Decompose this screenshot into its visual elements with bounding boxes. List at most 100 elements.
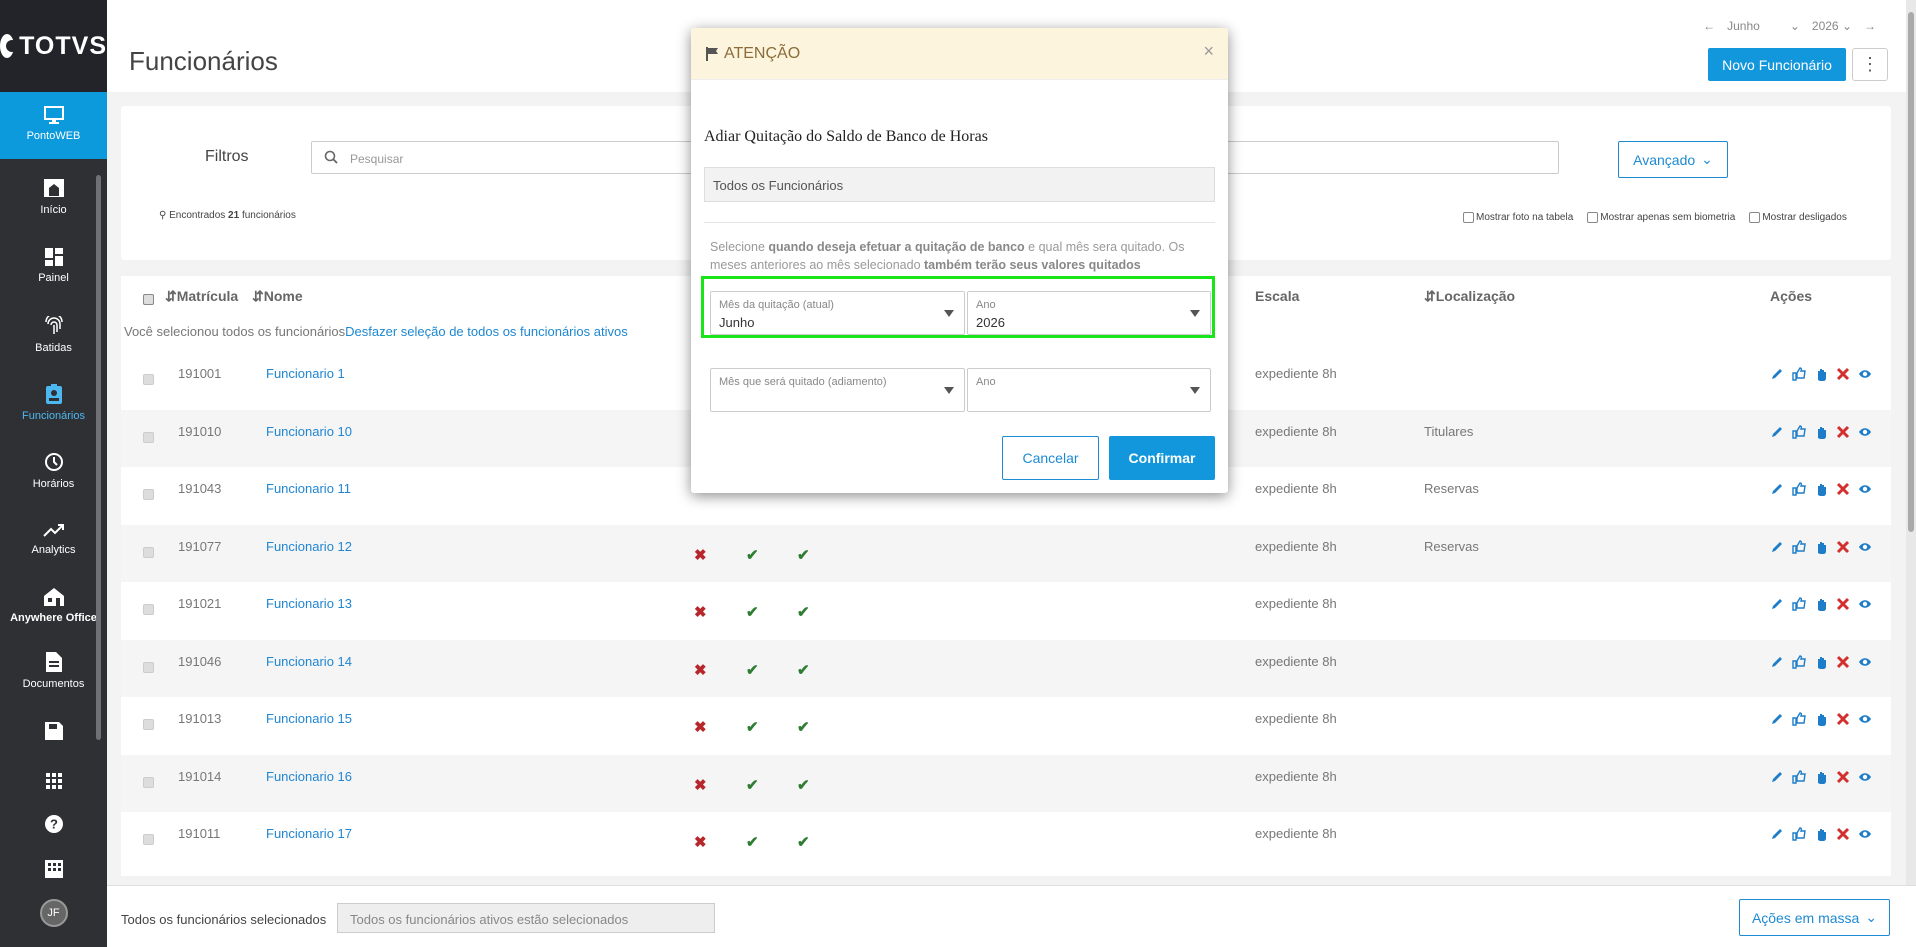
select-all-checkbox[interactable] (143, 294, 154, 305)
row-checkbox[interactable] (143, 604, 154, 615)
delete-icon[interactable] (1836, 597, 1850, 611)
employee-name-link[interactable]: Funcionario 1 (266, 366, 345, 381)
hand-icon[interactable] (1814, 770, 1828, 784)
table-row[interactable]: 191021 Funcionario 13 ✖ ✔ ✔ expediente 8h (121, 582, 1891, 639)
close-icon[interactable]: × (1203, 41, 1214, 62)
delete-icon[interactable] (1836, 712, 1850, 726)
page-scrollbar[interactable] (1906, 0, 1916, 947)
employee-name-link[interactable]: Funcionario 17 (266, 826, 352, 841)
header-matricula[interactable]: ⇵Matrícula (165, 288, 238, 305)
view-icon[interactable] (1858, 827, 1872, 841)
mass-actions-button[interactable]: Ações em massa ⌄ (1739, 899, 1890, 936)
row-checkbox[interactable] (143, 661, 154, 673)
next-period-arrow-icon[interactable]: → (1864, 19, 1876, 33)
table-row[interactable]: 191077 Funcionario 12 ✖ ✔ ✔ expediente 8h Rese… (121, 524, 1891, 582)
view-icon[interactable] (1858, 655, 1872, 669)
checkbox-box[interactable] (1463, 212, 1474, 223)
edit-icon[interactable] (1770, 425, 1784, 439)
employee-name-link[interactable]: Funcionario 11 (266, 481, 351, 496)
view-icon[interactable] (1858, 425, 1872, 439)
edit-icon[interactable] (1770, 655, 1784, 669)
employee-name-link[interactable]: Funcionario 13 (266, 596, 352, 611)
hand-icon[interactable] (1814, 482, 1828, 496)
row-checkbox[interactable] (143, 834, 154, 845)
edit-icon[interactable] (1770, 540, 1784, 554)
row-checkbox[interactable] (143, 546, 154, 558)
approve-icon[interactable] (1792, 424, 1806, 439)
year-select[interactable]: 2026 ⌄ (1812, 19, 1852, 33)
approve-icon[interactable] (1792, 597, 1806, 611)
row-checkbox[interactable] (143, 431, 154, 443)
sidebar-item-inicio[interactable]: Início (0, 178, 107, 216)
delete-icon[interactable] (1836, 655, 1850, 669)
apps-grid-button[interactable] (0, 773, 107, 795)
edit-icon[interactable] (1770, 482, 1784, 496)
view-icon[interactable] (1858, 770, 1872, 784)
delete-icon[interactable] (1836, 425, 1850, 439)
deferred-year-select[interactable]: Ano (967, 368, 1211, 412)
header-escala[interactable]: Escala (1255, 288, 1299, 304)
user-avatar[interactable]: JF (0, 899, 107, 927)
approve-icon[interactable] (1792, 367, 1806, 381)
delete-icon[interactable] (1836, 827, 1850, 841)
sidebar-item-batidas[interactable]: Batidas (0, 316, 107, 354)
sidebar-item-analytics[interactable]: Analytics (0, 522, 107, 556)
hand-icon[interactable] (1814, 827, 1828, 841)
delete-icon[interactable] (1836, 482, 1850, 496)
delete-icon[interactable] (1836, 770, 1850, 784)
row-checkbox[interactable] (143, 489, 154, 500)
row-checkbox[interactable] (143, 374, 154, 385)
sidebar-item-pontoweb[interactable]: PontoWEB (0, 92, 107, 159)
edit-icon[interactable] (1770, 597, 1784, 611)
sidebar-item-anywhere-office[interactable]: Anywhere Office (0, 586, 107, 624)
approve-icon[interactable] (1792, 827, 1806, 841)
checkbox-box[interactable] (1749, 212, 1761, 223)
view-icon[interactable] (1858, 540, 1872, 554)
sidebar-item-painel[interactable]: Painel (0, 248, 107, 284)
show-no-biometry-checkbox[interactable]: Mostrar apenas sem biometria (1587, 212, 1735, 223)
edit-icon[interactable] (1770, 367, 1784, 381)
hand-icon[interactable] (1814, 712, 1828, 726)
prev-period-arrow-icon[interactable]: ← (1703, 19, 1715, 33)
hand-icon[interactable] (1814, 540, 1828, 554)
header-nome[interactable]: ⇵Nome (252, 288, 303, 305)
company-button[interactable] (0, 860, 107, 884)
hand-icon[interactable] (1814, 425, 1828, 439)
employee-name-link[interactable]: Funcionario 15 (266, 711, 352, 726)
help-button[interactable]: ? (0, 815, 107, 839)
table-row[interactable]: 191014 Funcionario 16 ✖ ✔ ✔ expediente 8h (121, 754, 1891, 812)
row-checkbox[interactable] (143, 776, 154, 788)
view-icon[interactable] (1858, 597, 1872, 611)
deferred-month-select[interactable]: Mês que será quitado (adiamento) (710, 368, 965, 412)
undo-selection-link[interactable]: Desfazer seleção de todos os funcionário… (345, 324, 628, 339)
confirm-button[interactable]: Confirmar (1109, 436, 1215, 480)
cancel-button[interactable]: Cancelar (1002, 436, 1099, 480)
approve-icon[interactable] (1792, 712, 1806, 726)
hand-icon[interactable] (1814, 597, 1828, 611)
table-row[interactable]: 191011 Funcionario 17 ✖ ✔ ✔ expediente 8h (121, 812, 1891, 869)
edit-icon[interactable] (1770, 712, 1784, 726)
edit-icon[interactable] (1770, 827, 1784, 841)
show-photo-checkbox[interactable]: Mostrar foto na tabela (1463, 212, 1573, 223)
sidebar-item-horarios[interactable]: Horários (0, 452, 107, 490)
approve-icon[interactable] (1792, 482, 1806, 496)
view-icon[interactable] (1858, 712, 1872, 726)
delete-icon[interactable] (1836, 367, 1850, 381)
edit-icon[interactable] (1770, 770, 1784, 784)
delete-icon[interactable] (1836, 540, 1850, 554)
employee-name-link[interactable]: Funcionario 14 (266, 654, 352, 669)
sidebar-item-documentos[interactable]: Documentos (0, 652, 107, 690)
hand-icon[interactable] (1814, 655, 1828, 669)
table-row[interactable]: 191046 Funcionario 14 ✖ ✔ ✔ expediente 8h (121, 639, 1891, 697)
month-select[interactable]: Junho ⌄ (1727, 19, 1800, 33)
scroll-thumb[interactable] (1908, 12, 1914, 532)
employee-name-link[interactable]: Funcionario 10 (266, 424, 352, 439)
table-row[interactable]: 191013 Funcionario 15 ✖ ✔ ✔ expediente 8h (121, 697, 1891, 754)
hand-icon[interactable] (1814, 367, 1828, 381)
row-checkbox[interactable] (143, 719, 154, 730)
sidebar-item-more[interactable] (0, 722, 107, 746)
checkbox-box[interactable] (1587, 212, 1599, 223)
payment-year-select[interactable]: Ano 2026 (967, 291, 1211, 335)
view-icon[interactable] (1858, 482, 1872, 496)
new-employee-button[interactable]: Novo Funcionário (1708, 48, 1846, 81)
